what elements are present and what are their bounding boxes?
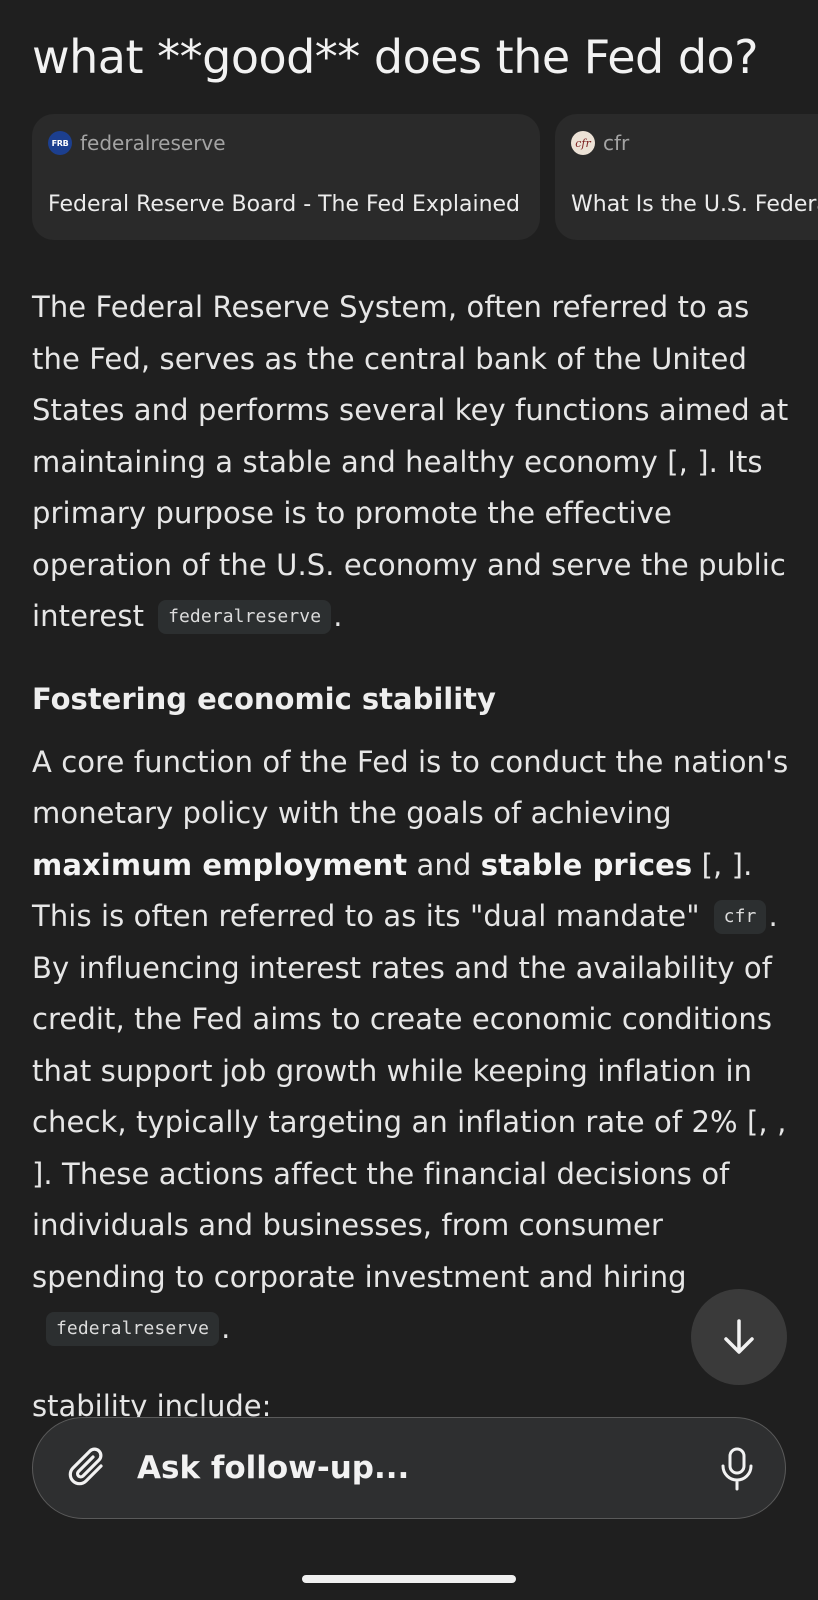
scroll-down-button[interactable] — [691, 1289, 787, 1385]
source-title: What Is the U.S. Federal Reserve? — [571, 192, 818, 217]
paragraph-text: A core function of the Fed is to conduct… — [32, 744, 789, 831]
source-card-cfr[interactable]: cfr cfr What Is the U.S. Federal Reserve… — [555, 114, 818, 240]
paragraph-end: . — [333, 599, 343, 633]
source-title: Federal Reserve Board - The Fed Explaine… — [48, 192, 521, 217]
answer-body: The Federal Reserve System, often referr… — [32, 282, 792, 1432]
bold-text: maximum employment — [32, 847, 408, 882]
microphone-icon[interactable] — [717, 1446, 757, 1492]
source-header: FRB federalreserve — [48, 130, 524, 156]
source-header: cfr cfr — [571, 130, 818, 156]
query-title: what **good** does the Fed do? — [32, 30, 759, 84]
arrow-down-icon — [724, 1319, 754, 1354]
input-placeholder[interactable]: Ask follow-up... — [137, 1446, 409, 1490]
bold-text: stable prices — [480, 847, 693, 882]
federalreserve-favicon-icon: FRB — [48, 131, 72, 155]
paragraph-text: The Federal Reserve System, often referr… — [32, 290, 789, 633]
source-domain: cfr — [603, 131, 630, 155]
citation-chip-cfr[interactable]: cfr — [713, 900, 767, 934]
paperclip-icon[interactable] — [65, 1444, 113, 1492]
source-domain: federalreserve — [80, 131, 226, 155]
paragraph-end: . — [221, 1311, 231, 1345]
paragraph-text: . By influencing interest rates and the … — [32, 899, 787, 1294]
answer-paragraph-1: The Federal Reserve System, often referr… — [32, 282, 792, 643]
citation-chip-federalreserve[interactable]: federalreserve — [46, 1312, 220, 1346]
citation-chip-federalreserve[interactable]: federalreserve — [158, 600, 332, 634]
source-card-federalreserve[interactable]: FRB federalreserve Federal Reserve Board… — [32, 114, 540, 240]
answer-paragraph-2: A core function of the Fed is to conduct… — [32, 737, 792, 1355]
sources-carousel[interactable]: FRB federalreserve Federal Reserve Board… — [0, 114, 818, 240]
cfr-favicon-icon: cfr — [571, 131, 595, 155]
home-indicator — [302, 1575, 516, 1583]
section-heading: Fostering economic stability — [32, 681, 496, 716]
follow-up-input[interactable]: Ask follow-up... — [32, 1417, 786, 1519]
paragraph-text: and — [407, 847, 481, 882]
